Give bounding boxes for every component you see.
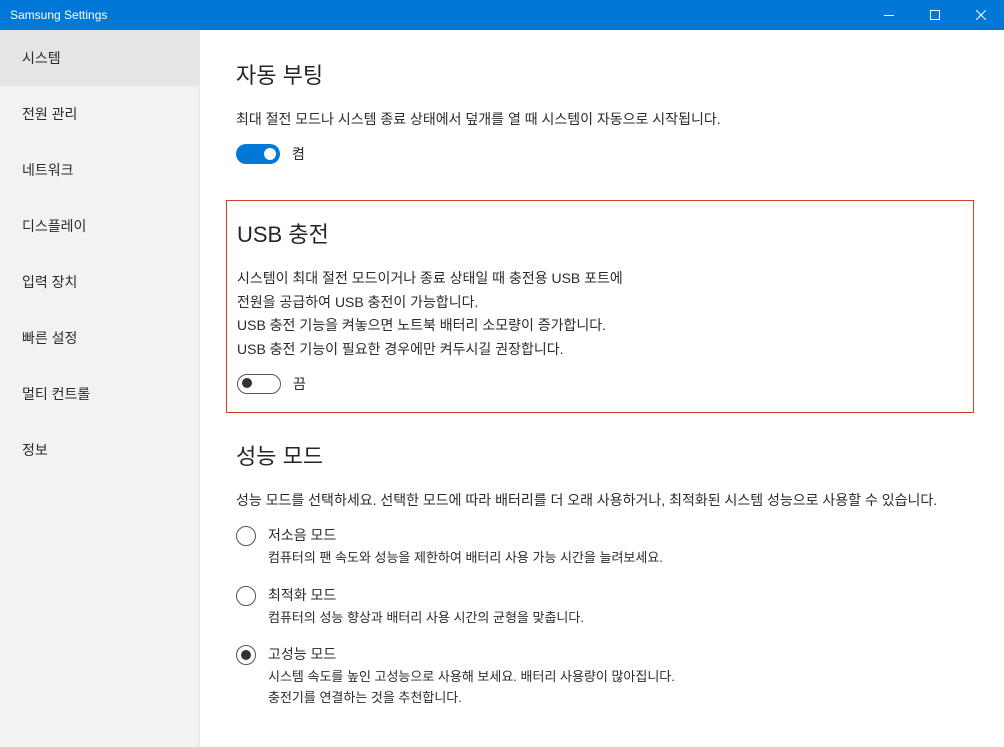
main-content: 자동 부팅 최대 절전 모드나 시스템 종료 상태에서 덮개를 열 때 시스템이… <box>200 30 1004 747</box>
sidebar-item-input[interactable]: 입력 장치 <box>0 254 199 310</box>
close-icon <box>976 10 986 20</box>
auto-boot-title: 자동 부팅 <box>236 58 964 90</box>
sidebar-item-label: 네트워크 <box>22 162 74 178</box>
auto-boot-desc: 최대 절전 모드나 시스템 종료 상태에서 덮개를 열 때 시스템이 자동으로 … <box>236 108 964 132</box>
sidebar-item-label: 멀티 컨트롤 <box>22 386 90 402</box>
usb-charging-toggle-row: 끔 <box>237 374 963 394</box>
perf-mode-desc: 성능 모드를 선택하세요. 선택한 모드에 따라 배터리를 더 오래 사용하거나… <box>236 489 964 513</box>
radio-content: 고성능 모드 시스템 속도를 높인 고성능으로 사용해 보세요. 배터리 사용량… <box>268 644 964 709</box>
perf-mode-option-high[interactable]: 고성능 모드 시스템 속도를 높인 고성능으로 사용해 보세요. 배터리 사용량… <box>236 644 964 709</box>
minimize-button[interactable] <box>866 0 912 30</box>
radio-icon <box>236 645 256 665</box>
sidebar-item-label: 빠른 설정 <box>22 330 77 346</box>
radio-label: 저소음 모드 <box>268 525 964 545</box>
radio-label: 고성능 모드 <box>268 644 964 664</box>
sidebar: 시스템 전원 관리 네트워크 디스플레이 입력 장치 빠른 설정 멀티 컨트롤 … <box>0 30 200 747</box>
perf-mode-section: 성능 모드 성능 모드를 선택하세요. 선택한 모드에 따라 배터리를 더 오래… <box>236 439 964 709</box>
radio-content: 최적화 모드 컴퓨터의 성능 향상과 배터리 사용 시간의 균형을 맞춥니다. <box>268 585 964 629</box>
usb-charging-desc: 시스템이 최대 절전 모드이거나 종료 상태일 때 충전용 USB 포트에 전원… <box>237 267 963 362</box>
sidebar-item-multicontrol[interactable]: 멀티 컨트롤 <box>0 366 199 422</box>
auto-boot-toggle[interactable] <box>236 144 280 164</box>
close-button[interactable] <box>958 0 1004 30</box>
usb-charging-toggle[interactable] <box>237 374 281 394</box>
sidebar-item-power[interactable]: 전원 관리 <box>0 86 199 142</box>
perf-mode-title: 성능 모드 <box>236 439 964 471</box>
maximize-button[interactable] <box>912 0 958 30</box>
perf-mode-option-quiet[interactable]: 저소음 모드 컴퓨터의 팬 속도와 성능을 제한하여 배터리 사용 가능 시간을… <box>236 525 964 569</box>
radio-icon <box>236 526 256 546</box>
sidebar-item-label: 시스템 <box>22 50 61 66</box>
radio-desc: 시스템 속도를 높인 고성능으로 사용해 보세요. 배터리 사용량이 많아집니다… <box>268 667 964 709</box>
radio-desc: 컴퓨터의 팬 속도와 성능을 제한하여 배터리 사용 가능 시간을 늘려보세요. <box>268 548 964 569</box>
auto-boot-toggle-label: 켬 <box>292 144 305 164</box>
sidebar-item-label: 디스플레이 <box>22 218 86 234</box>
minimize-icon <box>884 15 894 16</box>
perf-mode-radio-group: 저소음 모드 컴퓨터의 팬 속도와 성능을 제한하여 배터리 사용 가능 시간을… <box>236 525 964 709</box>
window-title: Samsung Settings <box>10 8 107 22</box>
maximize-icon <box>930 10 940 20</box>
sidebar-item-info[interactable]: 정보 <box>0 422 199 478</box>
sidebar-item-display[interactable]: 디스플레이 <box>0 198 199 254</box>
sidebar-item-quick[interactable]: 빠른 설정 <box>0 310 199 366</box>
window-titlebar: Samsung Settings <box>0 0 1004 30</box>
auto-boot-section: 자동 부팅 최대 절전 모드나 시스템 종료 상태에서 덮개를 열 때 시스템이… <box>236 58 964 164</box>
app-container: 시스템 전원 관리 네트워크 디스플레이 입력 장치 빠른 설정 멀티 컨트롤 … <box>0 30 1004 747</box>
sidebar-item-network[interactable]: 네트워크 <box>0 142 199 198</box>
radio-label: 최적화 모드 <box>268 585 964 605</box>
auto-boot-toggle-row: 켬 <box>236 144 964 164</box>
perf-mode-option-optimized[interactable]: 최적화 모드 컴퓨터의 성능 향상과 배터리 사용 시간의 균형을 맞춥니다. <box>236 585 964 629</box>
sidebar-item-label: 입력 장치 <box>22 274 77 290</box>
usb-charging-title: USB 충전 <box>237 217 963 249</box>
sidebar-item-system[interactable]: 시스템 <box>0 30 199 86</box>
usb-charging-toggle-label: 끔 <box>293 374 306 394</box>
radio-icon <box>236 586 256 606</box>
sidebar-item-label: 전원 관리 <box>22 106 77 122</box>
usb-charging-section: USB 충전 시스템이 최대 절전 모드이거나 종료 상태일 때 충전용 USB… <box>226 200 974 413</box>
radio-desc: 컴퓨터의 성능 향상과 배터리 사용 시간의 균형을 맞춥니다. <box>268 608 964 629</box>
sidebar-item-label: 정보 <box>22 442 48 458</box>
radio-content: 저소음 모드 컴퓨터의 팬 속도와 성능을 제한하여 배터리 사용 가능 시간을… <box>268 525 964 569</box>
window-controls <box>866 0 1004 30</box>
